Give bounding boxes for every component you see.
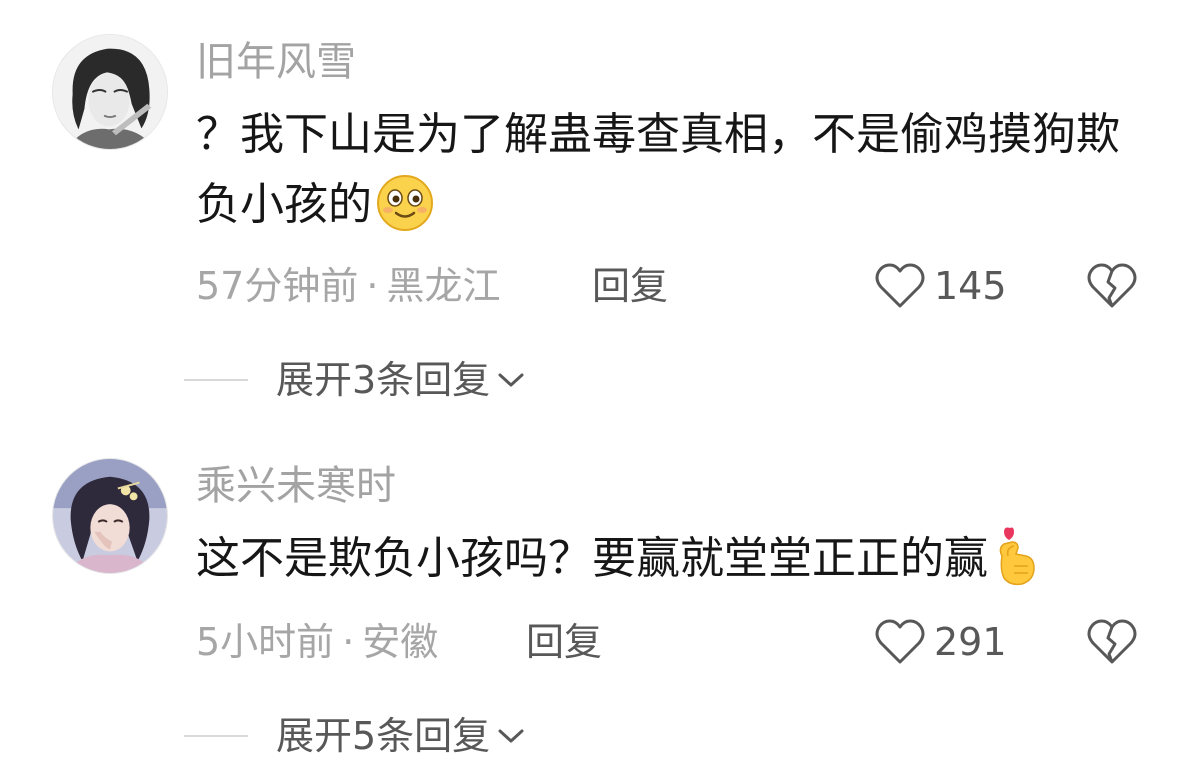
avatar-image [53,35,167,149]
divider-line [184,735,248,737]
comment-text-body: 这不是欺负小孩吗？要赢就堂堂正正的赢 [196,533,988,584]
chevron-down-icon [496,726,526,746]
comment-text: ？我下山是为了解蛊毒查真相，不是偷鸡摸狗欺负小孩的 [196,100,1156,240]
smiling-face-emoji [376,174,434,232]
comment-meta: 57分钟前 · 黑龙江 [196,262,500,310]
avatar[interactable] [52,34,168,150]
region: 安徽 [362,620,439,664]
expand-replies[interactable]: 展开5条回复 [184,712,526,760]
heart-outline-icon [874,262,926,310]
username[interactable]: 旧年风雪 [196,38,356,86]
broken-heart-icon [1086,262,1138,310]
broken-heart-icon [1086,618,1138,666]
reply-button[interactable]: 回复 [592,262,668,310]
like-button[interactable]: 291 [874,618,1007,666]
comment-text-body: ？我下山是为了解蛊毒查真相，不是偷鸡摸狗欺负小孩的 [196,109,1120,230]
meta-separator: · [342,620,355,664]
dislike-button[interactable] [1086,262,1138,310]
like-button[interactable]: 145 [874,262,1007,310]
dislike-button[interactable] [1086,618,1138,666]
heart-outline-icon [874,618,926,666]
expand-replies-label: 展开3条回复 [276,358,491,402]
like-count: 145 [934,264,1007,308]
divider-line [184,379,248,381]
region: 黑龙江 [386,264,501,308]
finger-heart-emoji [992,526,1038,588]
expand-replies-label: 展开5条回复 [276,714,491,758]
username[interactable]: 乘兴未寒时 [196,462,396,510]
chevron-down-icon [496,370,526,390]
expand-replies[interactable]: 展开3条回复 [184,356,526,404]
comment-text: 这不是欺负小孩吗？要赢就堂堂正正的赢 [196,524,1156,594]
timestamp: 5小时前 [196,620,335,664]
timestamp: 57分钟前 [196,264,359,308]
meta-separator: · [366,264,379,308]
like-count: 291 [934,620,1007,664]
avatar[interactable] [52,458,168,574]
avatar-image [53,459,167,573]
comment-meta: 5小时前 · 安徽 [196,618,438,666]
reply-button[interactable]: 回复 [526,618,602,666]
